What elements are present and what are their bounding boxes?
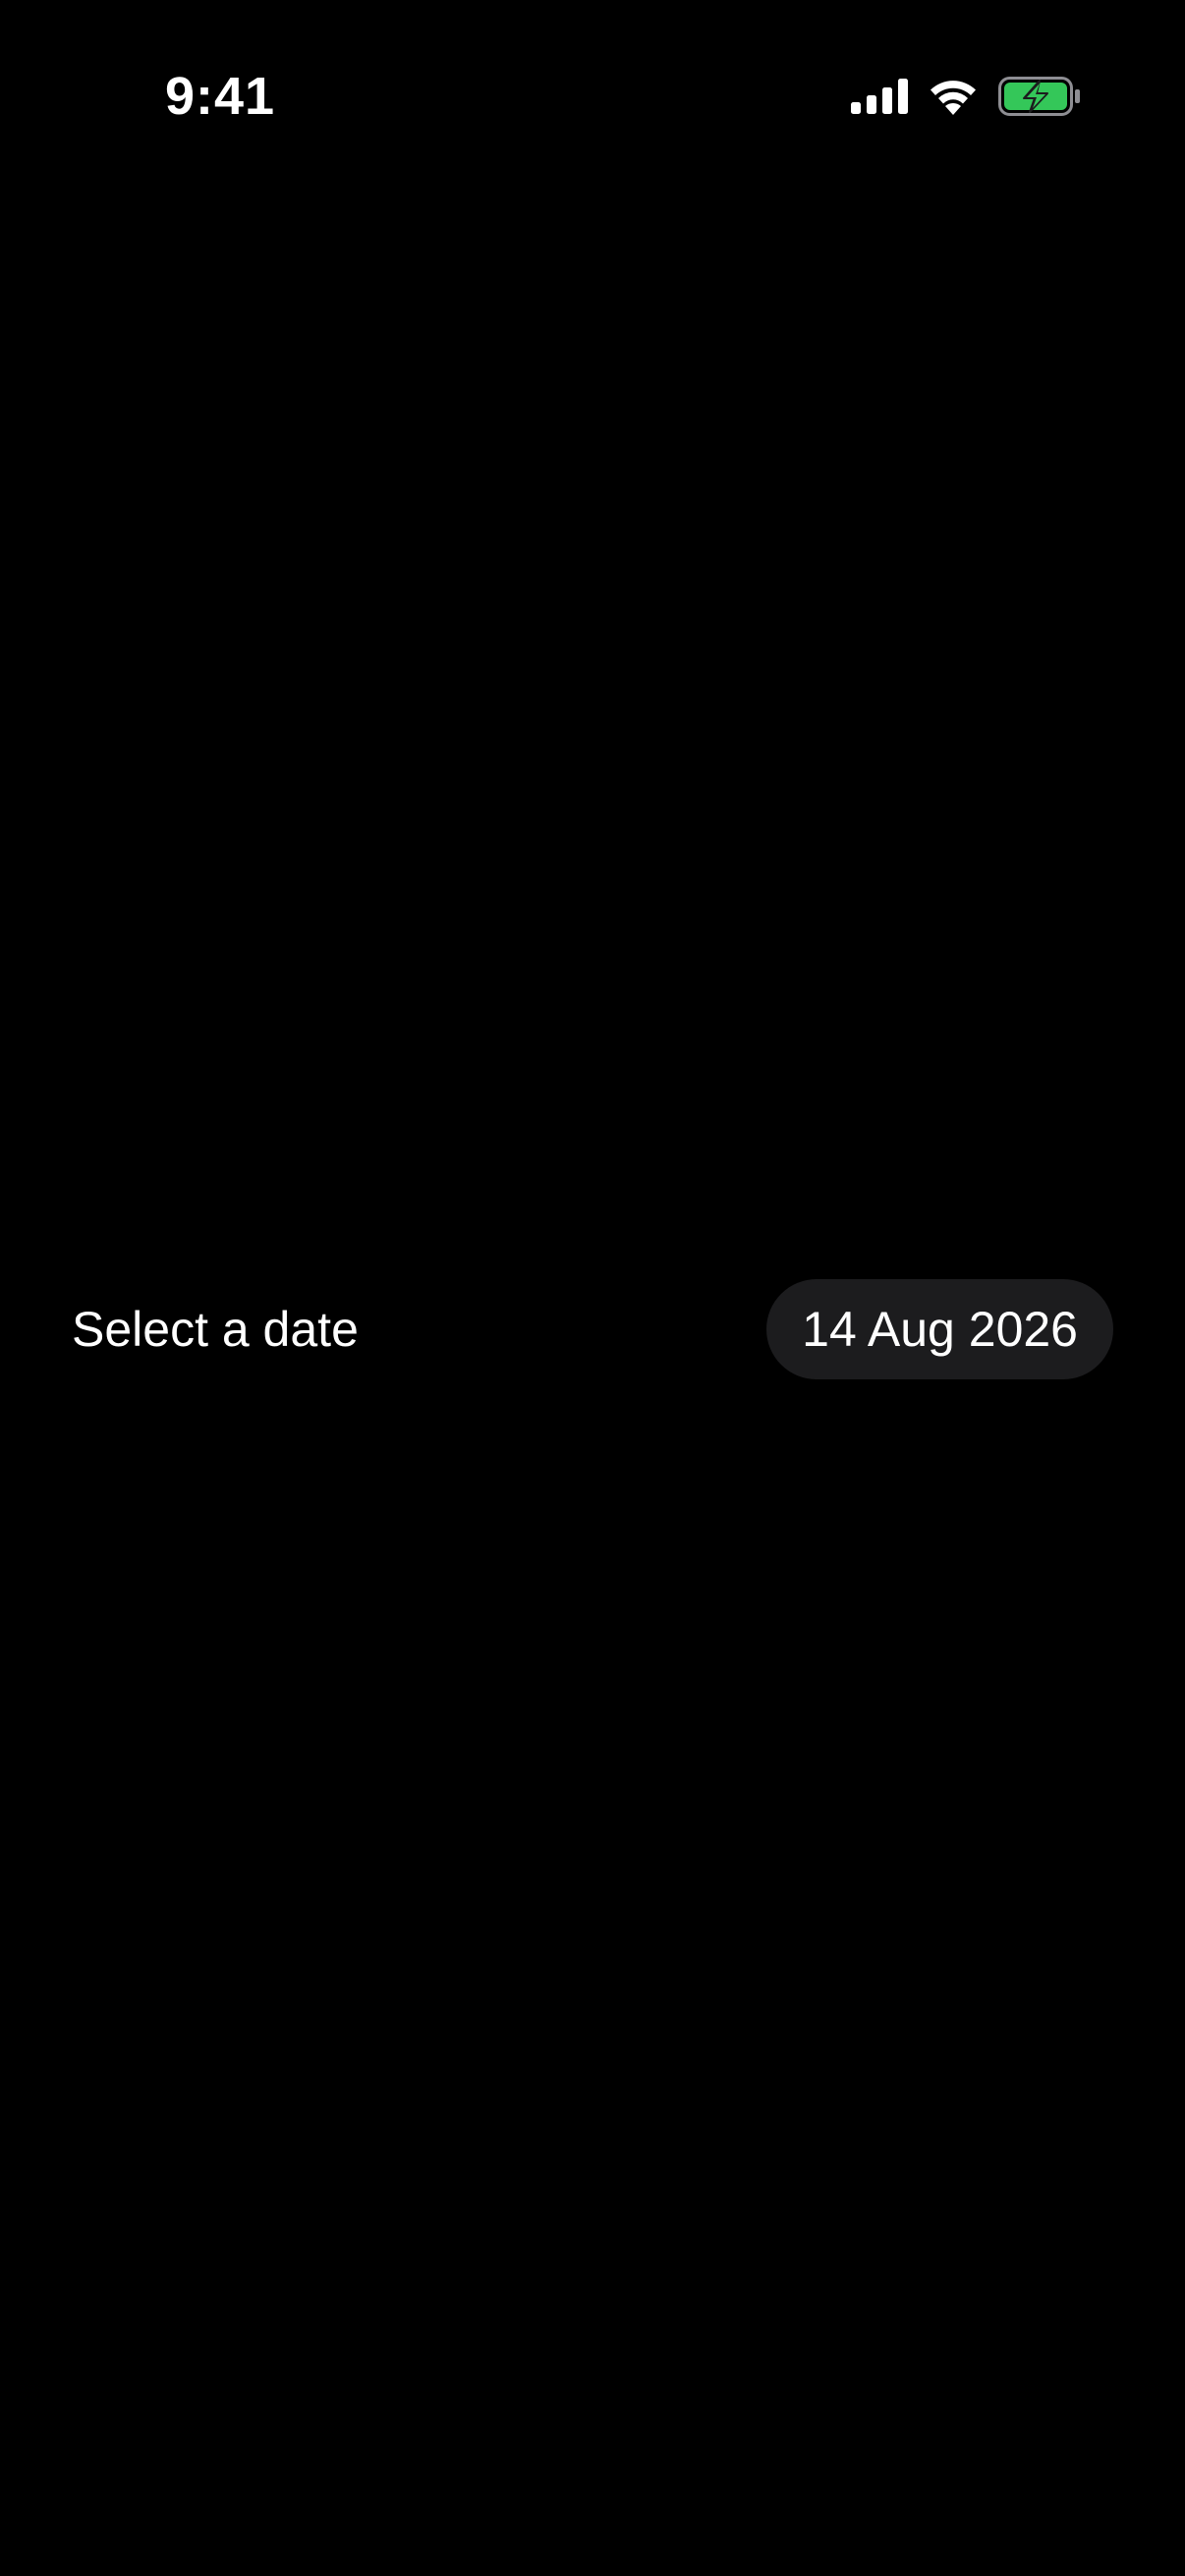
- date-row: Select a date 14 Aug 2026: [0, 1279, 1185, 1379]
- battery-charging-icon: [998, 77, 1081, 116]
- date-label: Select a date: [72, 1302, 359, 1357]
- status-bar: 9:41: [0, 0, 1185, 196]
- status-icons: [851, 73, 1081, 120]
- date-picker-button[interactable]: 14 Aug 2026: [766, 1279, 1113, 1379]
- cellular-signal-icon: [851, 79, 908, 114]
- wifi-icon: [928, 78, 979, 115]
- status-time: 9:41: [165, 67, 276, 126]
